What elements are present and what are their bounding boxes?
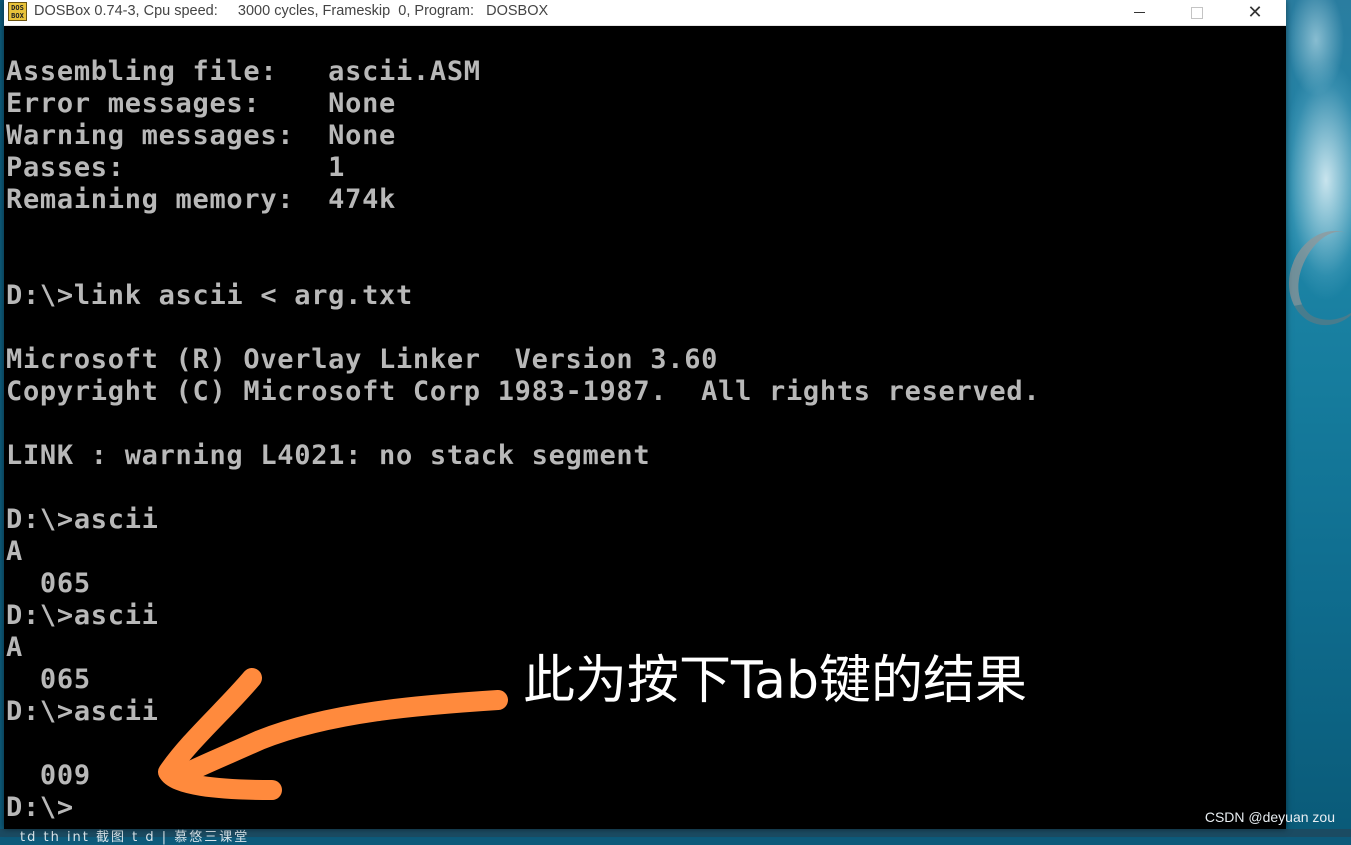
csdn-watermark: CSDN @deyuan zou	[1204, 809, 1335, 825]
annotation-text: 此为按下Tab键的结果	[523, 651, 1028, 711]
